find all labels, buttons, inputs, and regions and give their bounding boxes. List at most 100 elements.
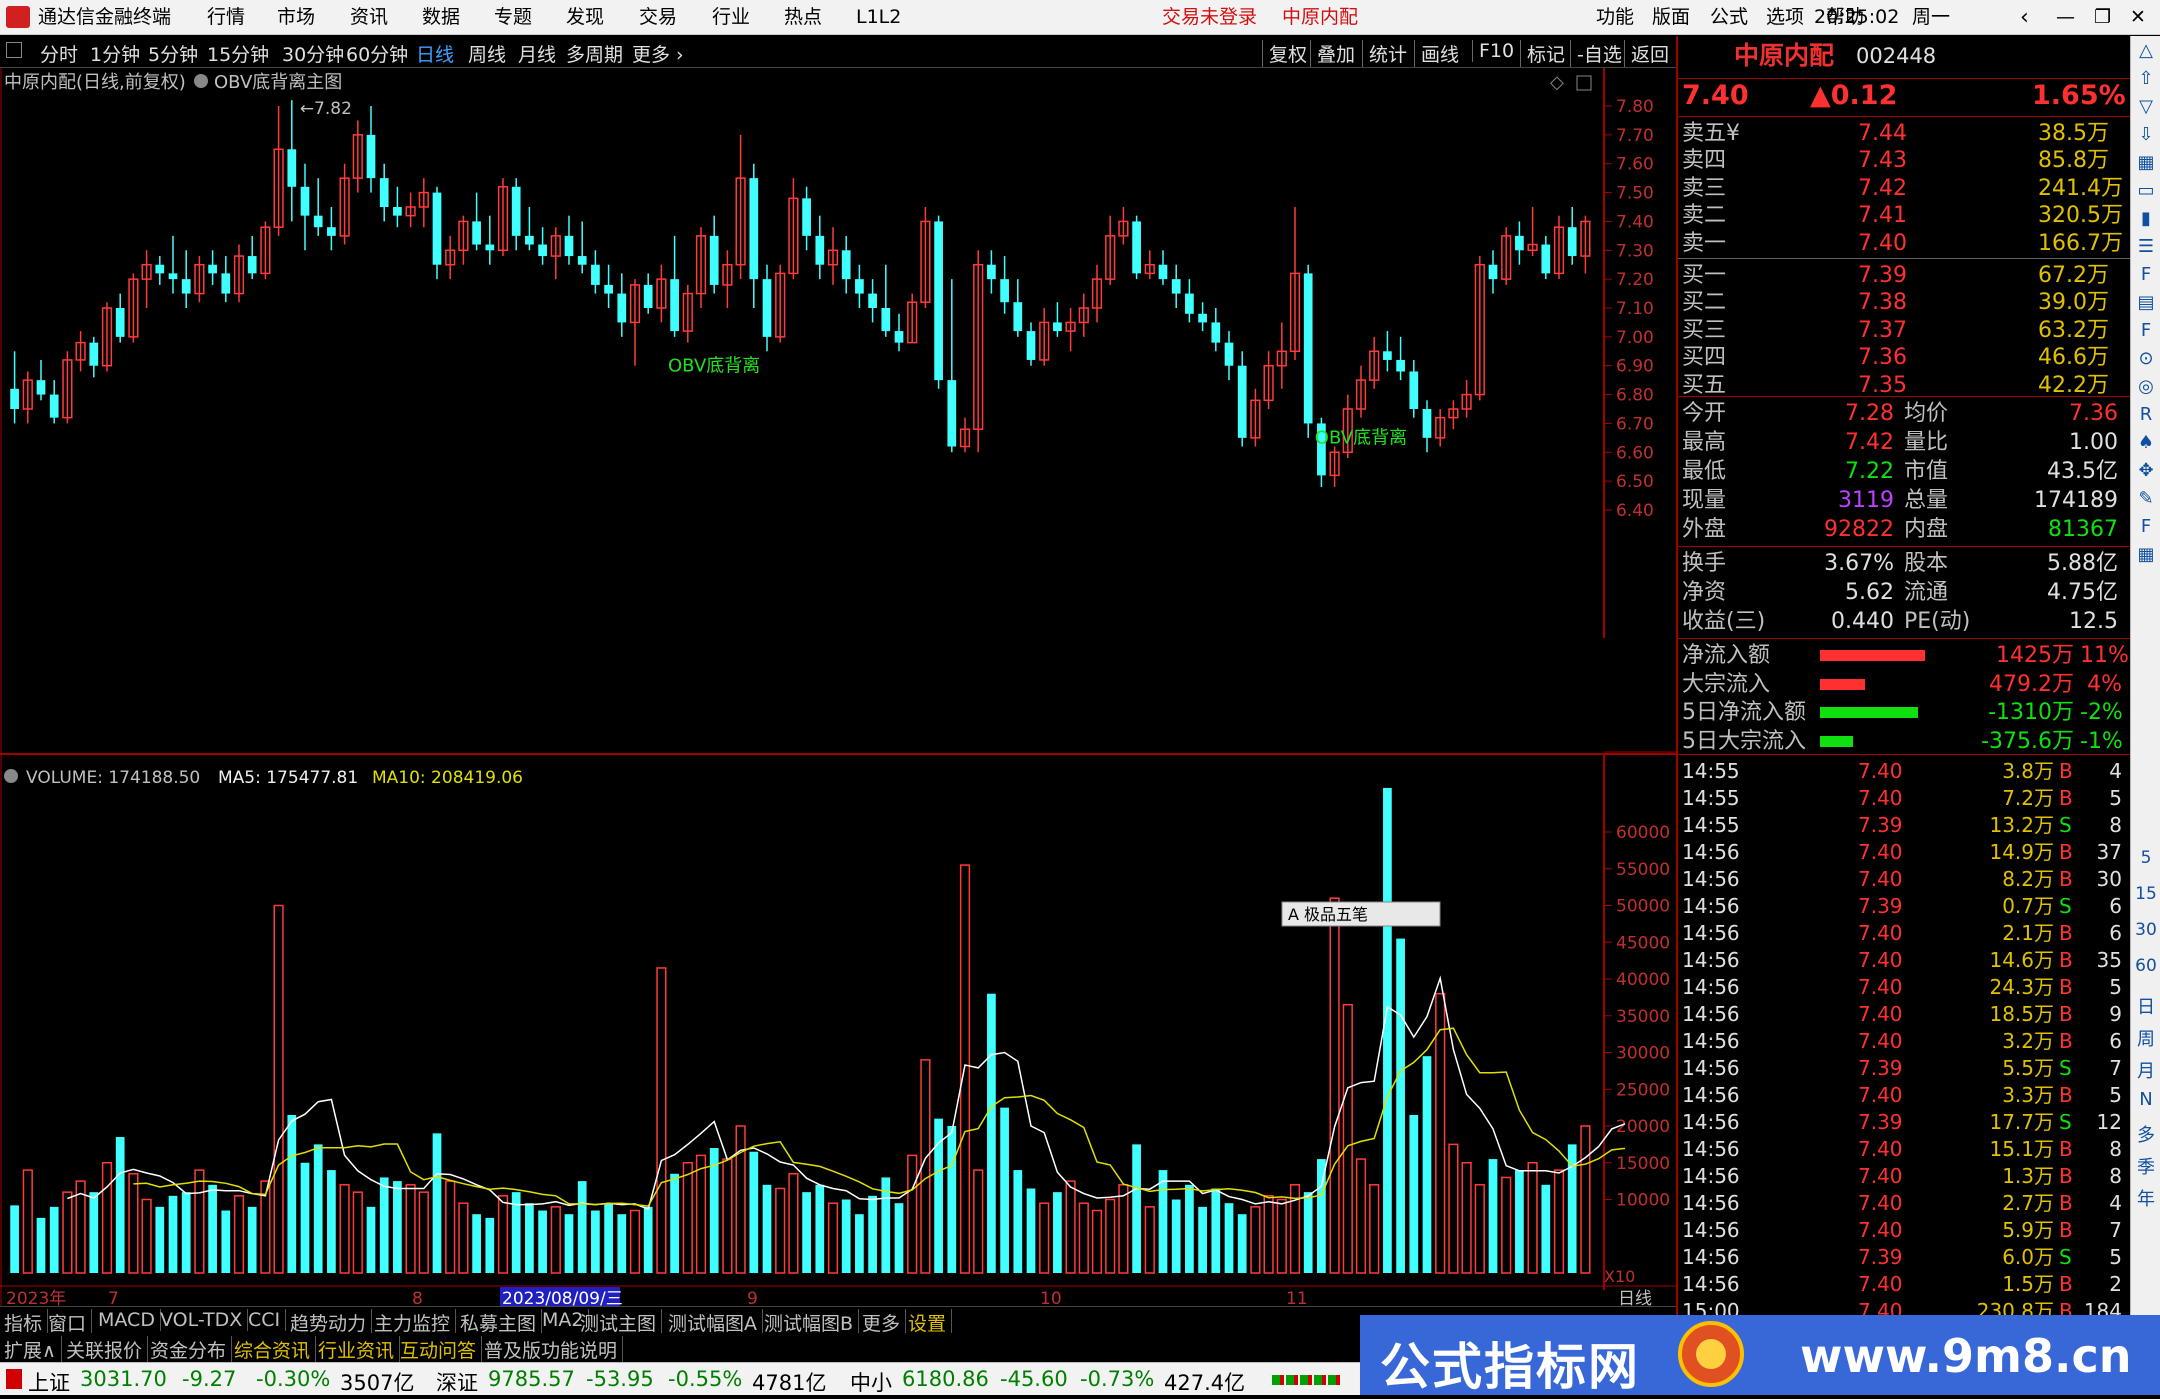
- menu-2[interactable]: 资讯: [350, 0, 388, 35]
- tf-9[interactable]: 多周期: [566, 40, 623, 67]
- period-3[interactable]: N: [2131, 1089, 2160, 1110]
- toolbar-right-4[interactable]: F10: [1472, 40, 1514, 62]
- rmenu-2[interactable]: 公式: [1710, 0, 1748, 35]
- tf-2[interactable]: 5分钟: [148, 40, 198, 67]
- candle-icon[interactable]: ▮: [2131, 208, 2160, 229]
- minimize-icon[interactable]: —: [2056, 0, 2075, 35]
- f5-icon[interactable]: F: [2131, 516, 2160, 537]
- period-60-min[interactable]: 60: [2131, 956, 2160, 976]
- indicator-tab-4[interactable]: CCI: [248, 1309, 287, 1331]
- indicator-name[interactable]: OBV底背离主图: [214, 72, 342, 93]
- info-link-5[interactable]: 互动问答: [400, 1336, 483, 1363]
- menu-7[interactable]: 行业: [712, 0, 750, 35]
- chart-icon[interactable]: ▭: [2131, 180, 2160, 201]
- indicator-tab-3[interactable]: VOL-TDX: [160, 1309, 249, 1331]
- diamond-icon[interactable]: ◇: [1550, 72, 1564, 93]
- tf-0[interactable]: 分时: [40, 40, 78, 67]
- tf-7[interactable]: 周线: [468, 40, 506, 67]
- toolbar-right-3[interactable]: 画线: [1414, 40, 1459, 67]
- period-5[interactable]: 季: [2131, 1153, 2160, 1179]
- period-6[interactable]: 年: [2131, 1185, 2160, 1211]
- indicator-tab-10[interactable]: 测试幅图A: [668, 1309, 763, 1336]
- menu-1[interactable]: 市场: [277, 0, 315, 35]
- menu-icon[interactable]: [6, 42, 22, 58]
- circle-icon[interactable]: ◎: [2131, 376, 2160, 397]
- pen-icon[interactable]: ✎: [2131, 488, 2160, 509]
- toolbar-right-5[interactable]: 标记: [1520, 40, 1565, 67]
- period-2[interactable]: 月: [2131, 1057, 2160, 1083]
- toolbar-right-0[interactable]: 复权: [1262, 40, 1307, 67]
- indicator-tab-9[interactable]: 测试主图: [580, 1309, 663, 1336]
- rsi-icon[interactable]: R: [2131, 404, 2160, 425]
- book-icon[interactable]: ▤: [2131, 292, 2160, 313]
- rmenu-3[interactable]: 选项: [1766, 0, 1804, 35]
- back-icon[interactable]: ‹: [2020, 0, 2029, 35]
- info-link-4[interactable]: 行业资讯: [318, 1336, 401, 1363]
- tf-8[interactable]: 月线: [518, 40, 556, 67]
- toolbar-right-1[interactable]: 叠加: [1310, 40, 1355, 67]
- indicator-tab-2[interactable]: MACD: [98, 1309, 161, 1331]
- down-arrow-icon[interactable]: ▽: [2131, 96, 2160, 117]
- panel-max-icon[interactable]: [1576, 75, 1592, 91]
- indicator-tab-0[interactable]: 指标: [4, 1309, 49, 1336]
- tf-4[interactable]: 30分钟: [282, 40, 344, 67]
- up-arrow-icon[interactable]: △: [2131, 40, 2160, 61]
- up-double-icon[interactable]: ⇧: [2131, 68, 2160, 89]
- indicator-tab-11[interactable]: 测试幅图B: [764, 1309, 860, 1336]
- volume-toggle-icon[interactable]: [4, 769, 18, 783]
- menu-4[interactable]: 专题: [494, 0, 532, 35]
- tf-1[interactable]: 1分钟: [90, 40, 140, 67]
- list-icon[interactable]: ☰: [2131, 236, 2160, 257]
- tf-6[interactable]: 日线: [416, 40, 454, 67]
- period-15-min[interactable]: 15: [2131, 884, 2160, 904]
- period-5-min[interactable]: 5: [2131, 848, 2160, 868]
- rmenu-4[interactable]: 帮助: [1826, 0, 1864, 35]
- period-30-min[interactable]: 30: [2131, 920, 2160, 940]
- zx-name[interactable]: 中小: [850, 1367, 892, 1397]
- indicator-tab-5[interactable]: 趋势动力: [290, 1309, 373, 1336]
- f10-icon[interactable]: F: [2131, 264, 2160, 285]
- grid-icon[interactable]: ▦: [2131, 152, 2160, 173]
- tf-5[interactable]: 60分钟: [346, 40, 408, 67]
- close-icon[interactable]: ✕: [2130, 0, 2146, 35]
- menu-5[interactable]: 发现: [566, 0, 604, 35]
- menu-8[interactable]: 热点: [784, 0, 822, 35]
- indicator-tab-12[interactable]: 更多: [862, 1309, 907, 1336]
- indicator-tab-6[interactable]: 主力监控: [374, 1309, 457, 1336]
- down-double-icon[interactable]: ⇩: [2131, 124, 2160, 145]
- menu-6[interactable]: 交易: [639, 0, 677, 35]
- period-1[interactable]: 周: [2131, 1025, 2160, 1051]
- indicator-tab-1[interactable]: 窗口: [48, 1309, 93, 1336]
- toolbar-right-2[interactable]: 统计: [1362, 40, 1407, 67]
- info-link-6[interactable]: 普及版功能说明: [484, 1336, 624, 1363]
- move-icon[interactable]: ✥: [2131, 460, 2160, 481]
- menu-3[interactable]: 数据: [422, 0, 460, 35]
- indicator-toggle-icon[interactable]: [194, 74, 208, 88]
- f2-icon[interactable]: F: [2131, 320, 2160, 341]
- period-4[interactable]: 多: [2131, 1121, 2160, 1147]
- menu-0[interactable]: 行情: [207, 0, 245, 35]
- indicator-tab-13[interactable]: 设置: [908, 1309, 953, 1336]
- sz-name[interactable]: 深证: [436, 1367, 478, 1397]
- toolbar-right-7[interactable]: 返回: [1624, 40, 1669, 67]
- sh-name[interactable]: 上证: [28, 1367, 70, 1397]
- period-0[interactable]: 日: [2131, 993, 2160, 1019]
- bell-icon[interactable]: ♠: [2131, 432, 2160, 453]
- info-link-3[interactable]: 综合资讯: [234, 1336, 317, 1363]
- login-status[interactable]: 交易未登录: [1162, 0, 1257, 35]
- tf-10[interactable]: 更多 ›: [632, 40, 684, 67]
- ime-label[interactable]: A 极品五笔: [1288, 905, 1368, 924]
- info-link-2[interactable]: 资金分布: [150, 1336, 233, 1363]
- kline-chart[interactable]: 中原内配(日线,前复权) OBV底背离主图 ◇ 7.80 7.70 7.60 7.50 7.4…: [0, 68, 1676, 1306]
- rmenu-0[interactable]: 功能: [1596, 0, 1634, 35]
- info-link-0[interactable]: 扩展∧: [4, 1336, 62, 1363]
- restore-icon[interactable]: ❐: [2094, 0, 2111, 35]
- search-icon[interactable]: ⊙: [2131, 348, 2160, 369]
- menu-9[interactable]: L1L2: [856, 0, 901, 35]
- rmenu-1[interactable]: 版面: [1652, 0, 1690, 35]
- toolbar-right-6[interactable]: -自选: [1570, 40, 1622, 67]
- info-link-1[interactable]: 关联报价: [66, 1336, 149, 1363]
- indicator-tab-7[interactable]: 私募主图: [460, 1309, 543, 1336]
- table-icon[interactable]: ▦: [2131, 544, 2160, 565]
- tf-3[interactable]: 15分钟: [207, 40, 269, 67]
